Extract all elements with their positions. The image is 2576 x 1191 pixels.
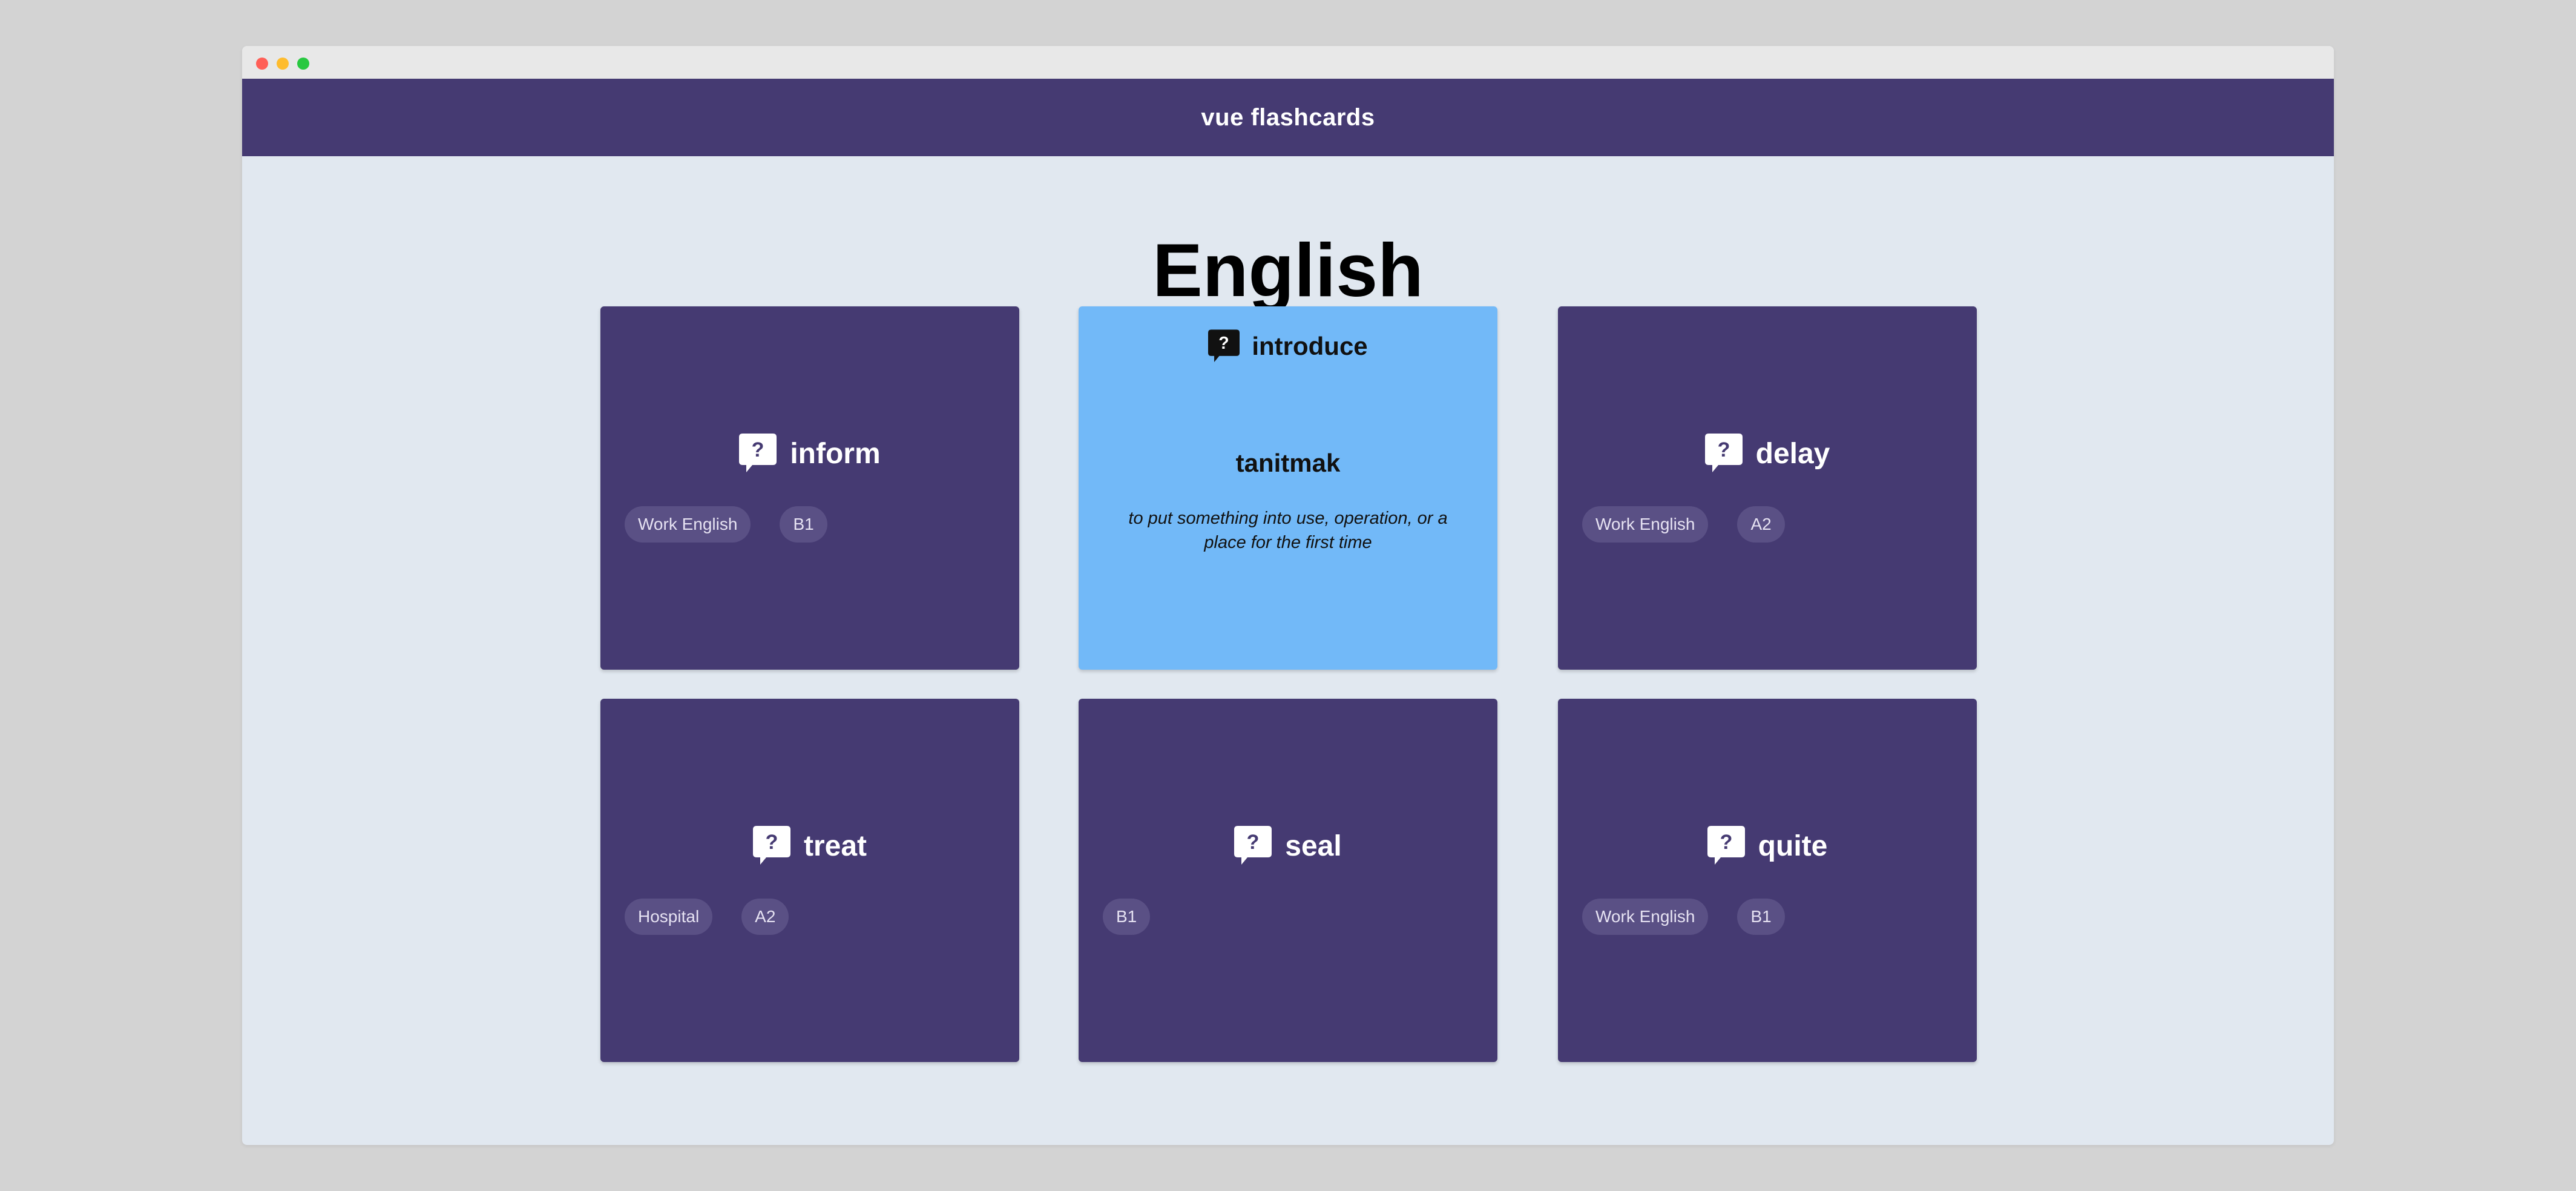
question-bubble-icon: ? — [739, 434, 777, 472]
flashcard-inform[interactable]: ? inform Work English B1 — [600, 306, 1019, 670]
svg-text:?: ? — [752, 438, 764, 461]
window-titlebar — [242, 46, 2334, 79]
flashcard-seal[interactable]: ? seal B1 — [1079, 699, 1497, 1062]
tag-chip[interactable]: A2 — [1737, 506, 1785, 543]
card-translation: tanitmak — [1235, 449, 1341, 477]
flashcard-introduce[interactable]: ? introduce tanitmak to put something in… — [1079, 306, 1497, 670]
card-word: inform — [790, 437, 881, 470]
card-word: seal — [1285, 830, 1342, 862]
close-window-icon[interactable] — [256, 58, 268, 70]
card-word: treat — [803, 830, 867, 862]
minimize-window-icon[interactable] — [277, 58, 289, 70]
svg-text:?: ? — [766, 831, 778, 854]
card-front: ? seal — [1079, 826, 1497, 866]
card-tags: Work English B1 — [625, 506, 827, 543]
card-word: introduce — [1252, 332, 1368, 360]
maximize-window-icon[interactable] — [297, 58, 309, 70]
card-word: delay — [1755, 437, 1830, 470]
card-front: ? treat — [600, 826, 1019, 866]
tag-chip[interactable]: B1 — [1103, 899, 1151, 935]
question-bubble-icon: ? — [1208, 329, 1240, 362]
tag-chip[interactable]: Work English — [1582, 899, 1709, 935]
tag-chip[interactable]: B1 — [780, 506, 827, 543]
card-tags: B1 — [1103, 899, 1151, 935]
card-tags: Work English B1 — [1582, 899, 1785, 935]
card-front: ? quite — [1558, 826, 1977, 866]
tag-chip[interactable]: Hospital — [625, 899, 713, 935]
svg-text:?: ? — [1219, 334, 1229, 353]
navbar: vue flashcards — [242, 79, 2334, 156]
flashcard-delay[interactable]: ? delay Work English A2 — [1558, 306, 1977, 670]
flashcard-quite[interactable]: ? quite Work English B1 — [1558, 699, 1977, 1062]
question-bubble-icon: ? — [752, 826, 790, 865]
svg-text:?: ? — [1717, 438, 1730, 461]
card-front: ? delay — [1558, 434, 1977, 473]
flashcard-treat[interactable]: ? treat Hospital A2 — [600, 699, 1019, 1062]
card-word: quite — [1758, 830, 1828, 862]
browser-window: vue flashcards English ? inform Work Eng… — [242, 46, 2334, 1145]
question-bubble-icon: ? — [1234, 826, 1272, 865]
card-tags: Hospital A2 — [625, 899, 789, 935]
tag-chip[interactable]: Work English — [625, 506, 751, 543]
card-back-header: ? introduce — [1079, 329, 1497, 363]
svg-text:?: ? — [1720, 831, 1732, 854]
page-title: English — [1152, 229, 1424, 312]
question-bubble-icon: ? — [1704, 434, 1743, 472]
card-definition: to put something into use, operation, or… — [1128, 509, 1448, 552]
card-tags: Work English A2 — [1582, 506, 1785, 543]
tag-chip[interactable]: B1 — [1737, 899, 1785, 935]
tag-chip[interactable]: Work English — [1582, 506, 1709, 543]
brand-logo[interactable]: vue flashcards — [1201, 104, 1375, 131]
svg-text:?: ? — [1247, 831, 1260, 854]
card-front: ? inform — [600, 434, 1019, 473]
tag-chip[interactable]: A2 — [741, 899, 789, 935]
question-bubble-icon: ? — [1707, 826, 1745, 865]
